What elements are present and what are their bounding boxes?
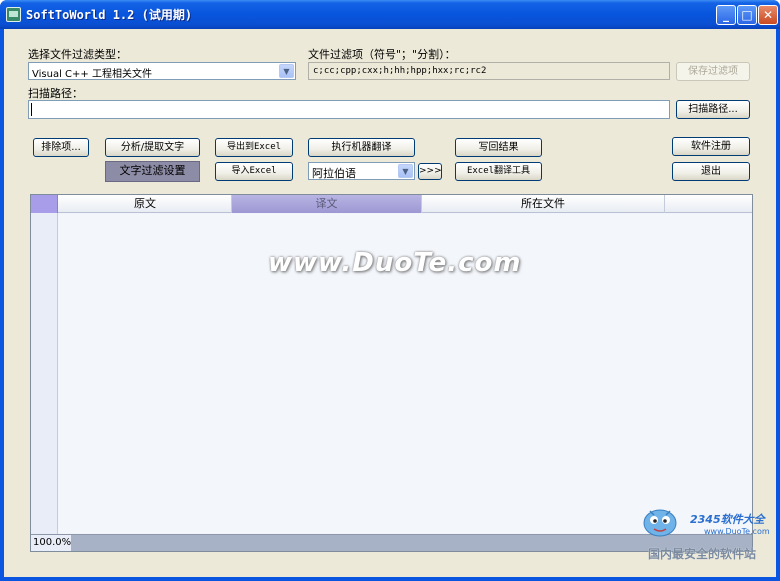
filter-items-field[interactable]: c;cc;cpp;cxx;h;hh;hpp;hxx;rc;rc2 <box>308 62 670 80</box>
export-excel-button[interactable]: 导出到Excel <box>215 138 293 157</box>
logo-url: www.DuoTe.com <box>704 527 770 536</box>
mascot-icon <box>643 509 677 537</box>
text-filter-settings[interactable]: 文字过滤设置 <box>105 161 200 182</box>
filter-type-value: Visual C++ 工程相关文件 <box>32 69 152 80</box>
import-excel-button[interactable]: 导入Excel <box>215 162 293 181</box>
analyze-extract-button[interactable]: 分析/提取文字 <box>105 138 200 157</box>
title-bar[interactable]: SoftToWorld 1.2 (试用期) _ □ ✕ <box>0 0 780 29</box>
write-back-button[interactable]: 写回结果 <box>455 138 542 157</box>
client-area: 选择文件过滤类型： 文件过滤项（符号"；"分割）： Visual C++ 工程相… <box>4 29 776 577</box>
window-title: SoftToWorld 1.2 (试用期) <box>26 8 193 22</box>
minimize-button[interactable]: _ <box>716 5 736 25</box>
logo-brand: 2345软件大全 <box>690 513 765 526</box>
app-icon <box>6 7 21 22</box>
filter-items-label: 文件过滤项（符号"；"分割）： <box>308 48 456 61</box>
site-logo: 2345软件大全 www.DuoTe.com 国内最安全的软件站 <box>638 497 778 577</box>
language-value: 阿拉伯语 <box>312 167 356 180</box>
progress-percent: 100.0% <box>31 535 71 551</box>
chevron-down-icon[interactable]: ▼ <box>398 164 413 178</box>
column-header-file[interactable]: 所在文件 <box>422 195 665 213</box>
excel-translate-tool-button[interactable]: Excel翻译工具 <box>455 162 542 181</box>
column-header-translation[interactable]: 译文 <box>232 195 422 213</box>
grid-corner[interactable] <box>31 195 58 213</box>
grid-header: 原文 译文 所在文件 <box>31 195 752 213</box>
close-button[interactable]: ✕ <box>758 5 778 25</box>
exit-button[interactable]: 退出 <box>672 162 750 181</box>
scan-path-label: 扫描路径： <box>28 87 83 100</box>
column-header-source[interactable]: 原文 <box>59 195 232 213</box>
column-header-extra[interactable] <box>665 195 752 213</box>
maximize-button[interactable]: □ <box>737 5 757 25</box>
go-translate-button[interactable]: >>> <box>418 163 442 180</box>
row-header-column <box>31 213 58 535</box>
register-button[interactable]: 软件注册 <box>672 137 750 156</box>
machine-translate-button[interactable]: 执行机器翻译 <box>308 138 415 157</box>
filter-type-label: 选择文件过滤类型： <box>28 48 127 61</box>
text-caret <box>31 103 32 116</box>
save-filter-button[interactable]: 保存过滤项 <box>676 62 750 81</box>
logo-slogan: 国内最安全的软件站 <box>648 547 757 561</box>
exclude-button[interactable]: 排除项... <box>33 138 89 157</box>
filter-type-select[interactable]: Visual C++ 工程相关文件 ▼ <box>28 62 296 80</box>
scan-path-input[interactable] <box>28 100 670 119</box>
app-window: SoftToWorld 1.2 (试用期) _ □ ✕ 选择文件过滤类型： 文件… <box>0 0 780 581</box>
watermark: www.DuoTe.com <box>268 248 522 278</box>
chevron-down-icon[interactable]: ▼ <box>279 64 294 78</box>
language-select[interactable]: 阿拉伯语 ▼ <box>308 162 415 180</box>
scan-path-button[interactable]: 扫描路径... <box>676 100 750 119</box>
